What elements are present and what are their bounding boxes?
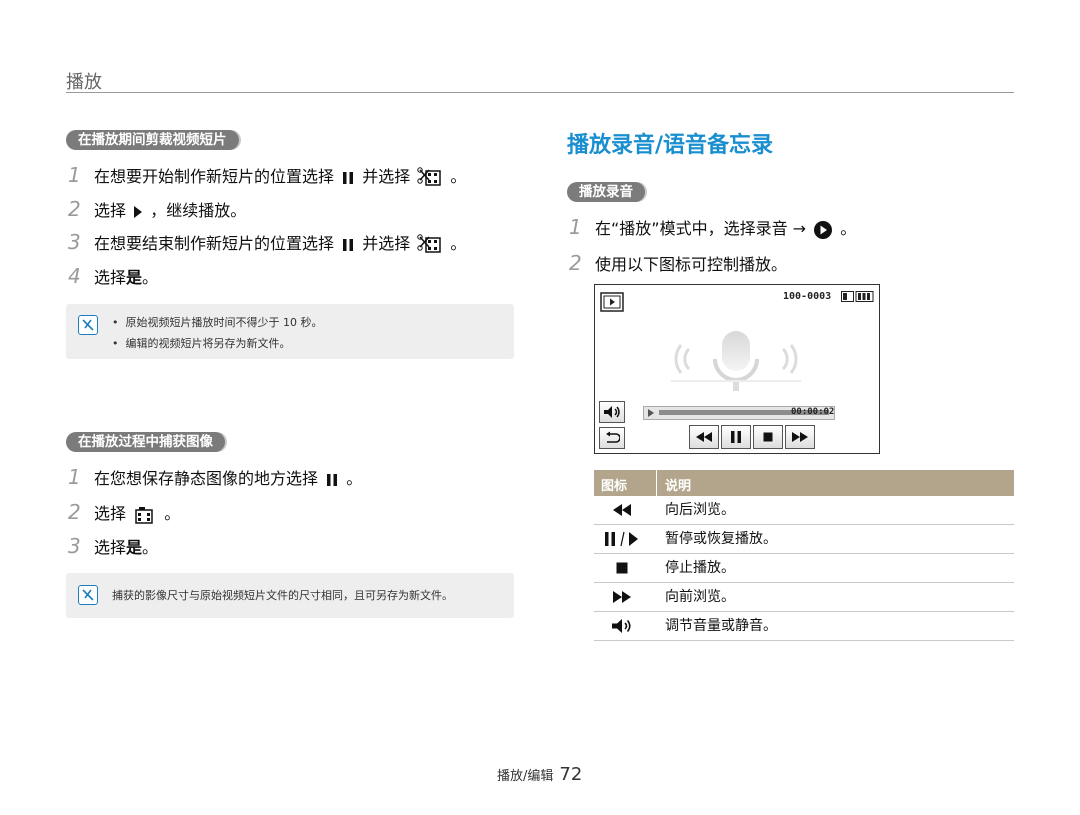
page-number: 72: [559, 764, 583, 785]
step-number: 4: [68, 264, 81, 288]
header-desc-col: 说明: [665, 479, 692, 494]
elapsed-time: 00:00:02: [791, 407, 835, 417]
step-bold-text: 是: [126, 268, 143, 287]
step-text: 。: [346, 469, 363, 488]
table-row: 调节音量或静音。: [594, 612, 1014, 641]
step-number: 2: [569, 251, 582, 275]
step-text: 。: [142, 538, 159, 557]
voice-playback-pill: 播放录音: [567, 182, 645, 202]
capture-section-pill: 在播放过程中捕获图像: [66, 432, 225, 452]
page-footer: 播放/编辑 72: [497, 764, 582, 785]
row-description: 向后浏览。: [665, 502, 735, 518]
fast-forward-icon: [792, 432, 808, 442]
row-description: 停止播放。: [665, 560, 735, 576]
play-circle-icon: [814, 220, 833, 239]
note-text: 原始视频短片播放时间不得少于 10 秒。: [125, 316, 323, 329]
pause-icon: [327, 473, 338, 486]
row-description: 暂停或恢复播放。: [665, 531, 777, 547]
stop-icon: [763, 432, 773, 442]
pause-icon: [343, 171, 354, 184]
screen-stop-button[interactable]: [753, 425, 783, 449]
pause-icon: [343, 238, 354, 251]
step-number: 1: [569, 215, 582, 239]
capture-icon: [135, 506, 153, 524]
icon-table-header: 图标 说明: [594, 470, 1014, 496]
volume-icon: [604, 406, 620, 418]
battery-icon: [841, 291, 874, 302]
step-text: 选择: [94, 538, 127, 557]
playback-screen: 100-0003 00:00:02: [594, 284, 880, 454]
note-bullet-2: • 编辑的视频短片将另存为新文件。: [112, 337, 291, 350]
step-number: 3: [68, 534, 81, 558]
step-text: 选择: [94, 504, 127, 523]
step-text: 在想要开始制作新短片的位置选择: [94, 167, 335, 186]
screen-forward-button[interactable]: [785, 425, 815, 449]
screen-pause-button[interactable]: [721, 425, 751, 449]
volume-icon: [612, 619, 631, 633]
back-icon: [606, 431, 620, 443]
table-row: 停止播放。: [594, 554, 1014, 583]
header-icon-col: 图标: [601, 479, 628, 494]
step-text: 使用以下图标可控制播放。: [595, 255, 788, 274]
screen-rewind-button[interactable]: [689, 425, 719, 449]
table-row: 向后浏览。: [594, 496, 1014, 525]
rewind-icon: [696, 432, 712, 442]
step-number: 2: [68, 500, 81, 524]
note-icon: [78, 315, 98, 335]
pause-icon: [731, 431, 741, 443]
playback-mode-icon: [600, 292, 624, 312]
step-text: 。: [840, 219, 857, 238]
step-text: 选择: [94, 268, 127, 287]
step-text: 在“播放”模式中，选择录音 →: [595, 219, 807, 238]
step-text: 。: [164, 504, 181, 523]
table-row: 暂停或恢复播放。: [594, 525, 1014, 554]
screen-back-button[interactable]: [599, 427, 625, 449]
note-text: 捕获的影像尺寸与原始视频短片文件的尺寸相同，且可另存为新文件。: [112, 589, 453, 602]
step-text: 。: [450, 167, 467, 186]
step-text: 并选择: [362, 234, 411, 253]
step-text: 。: [142, 268, 159, 287]
rewind-icon: [613, 504, 631, 516]
table-row: 向前浏览。: [594, 583, 1014, 612]
trim-icon: [417, 166, 442, 186]
screen-volume-button[interactable]: [599, 401, 625, 423]
step-text: 在您想保存静态图像的地方选择: [94, 469, 319, 488]
trim-note-box: • 原始视频短片播放时间不得少于 10 秒。 • 编辑的视频短片将另存为新文件。: [66, 304, 514, 359]
trim-section-pill: 在播放期间剪裁视频短片: [66, 130, 239, 150]
footer-label: 播放/编辑: [497, 769, 554, 784]
fast-forward-icon: [613, 591, 631, 603]
row-description: 调节音量或静音。: [665, 618, 777, 634]
note-text: 编辑的视频短片将另存为新文件。: [125, 337, 291, 350]
step-number: 1: [68, 465, 81, 489]
row-description: 向前浏览。: [665, 589, 735, 605]
note-bullet-1: • 原始视频短片播放时间不得少于 10 秒。: [112, 316, 323, 329]
microphone-graphic: [671, 331, 801, 391]
progress-play-icon: [648, 409, 654, 417]
step-number: 2: [68, 197, 81, 221]
step-text: ，继续播放。: [150, 201, 247, 220]
step-text: 并选择: [362, 167, 411, 186]
step-number: 1: [68, 163, 81, 187]
step-text: 选择: [94, 201, 127, 220]
step-number: 3: [68, 230, 81, 254]
file-number: 100-0003: [783, 291, 832, 302]
play-icon: [134, 205, 143, 218]
stop-icon: [616, 562, 628, 574]
step-bold-text: 是: [126, 538, 143, 557]
step-text: 在想要结束制作新短片的位置选择: [94, 234, 335, 253]
note-icon: [78, 585, 98, 605]
section-title: 播放录音/语音备忘录: [567, 133, 774, 158]
step-text: 。: [450, 234, 467, 253]
trim-icon: [417, 233, 442, 253]
capture-note-box: 捕获的影像尺寸与原始视频短片文件的尺寸相同，且可另存为新文件。: [66, 573, 514, 618]
header-divider: [66, 92, 1014, 93]
pause-play-icon: [605, 531, 638, 547]
section-header: 播放: [66, 72, 102, 93]
